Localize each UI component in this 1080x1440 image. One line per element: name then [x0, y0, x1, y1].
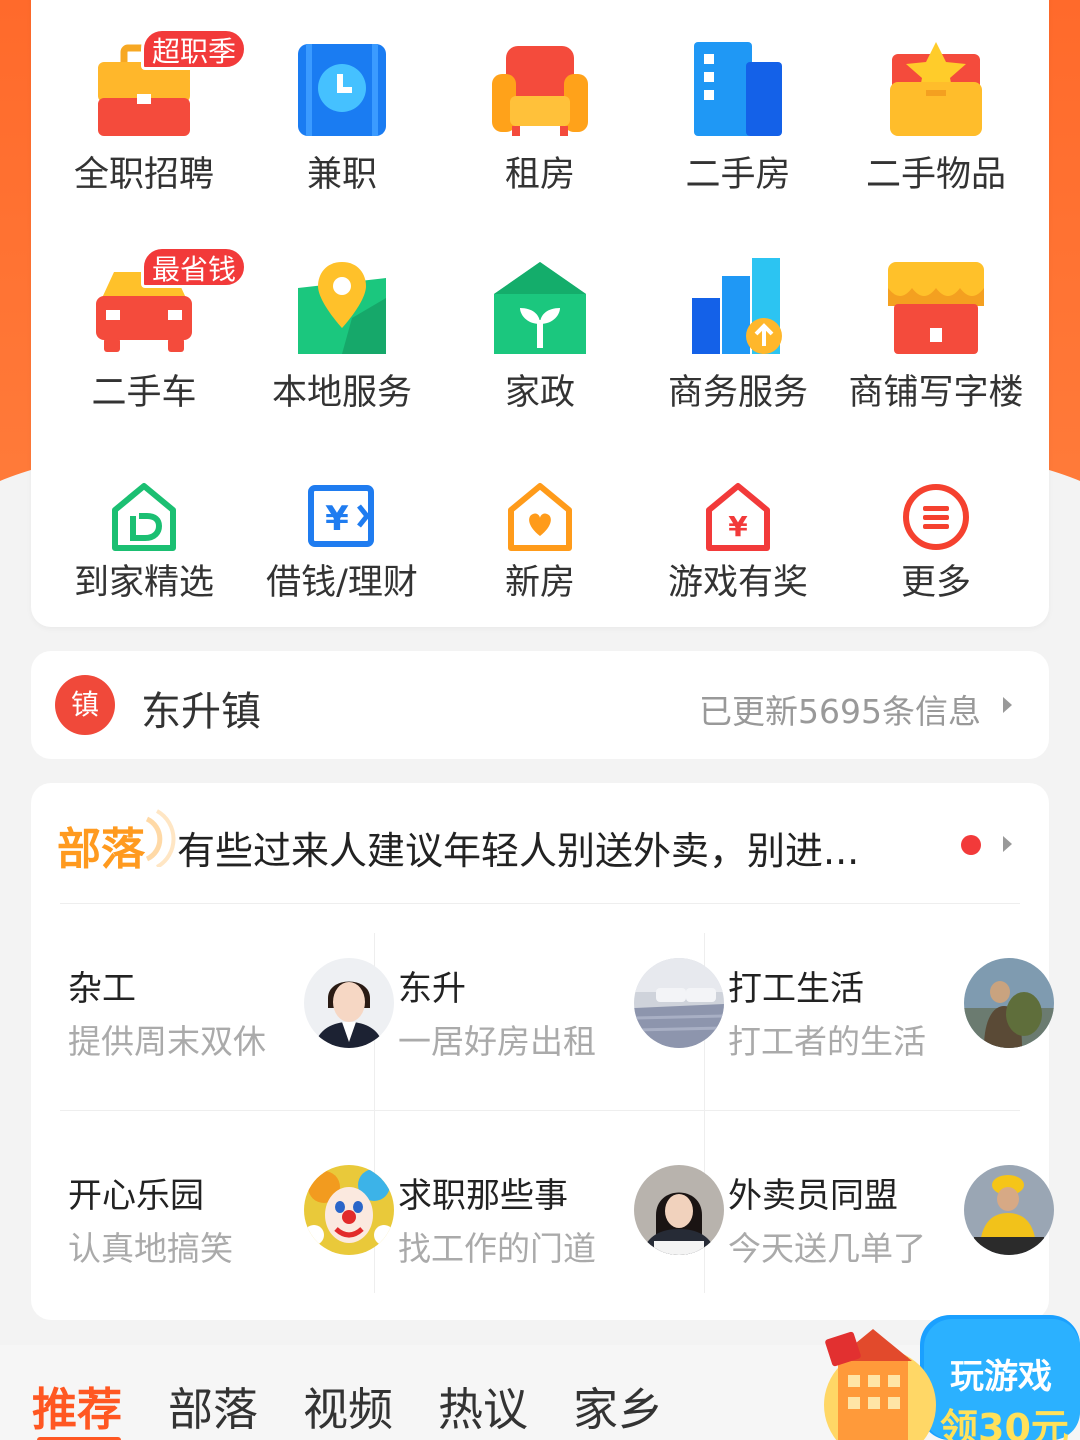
- tab-recommend[interactable]: 推荐: [32, 1373, 122, 1438]
- chevron-right-icon[interactable]: [1003, 836, 1012, 852]
- home-d-icon: [112, 483, 176, 551]
- yuan-card-icon: ¥: [308, 485, 374, 547]
- tribe-cell[interactable]: 杂工 提供周末双休: [60, 933, 394, 1113]
- bar-chart-icon: [692, 258, 782, 354]
- tribe-cell[interactable]: 开心乐园 认真地搞笑: [60, 1140, 394, 1320]
- avatar: [964, 1165, 1054, 1255]
- cell-subtitle: 打工者的生活: [728, 1022, 926, 1061]
- grid-item-second-hand-house[interactable]: 二手房: [638, 40, 838, 210]
- grid-label: 游戏有奖: [667, 563, 808, 603]
- grid-item-rent[interactable]: 租房: [440, 40, 640, 210]
- cell-title: 求职那些事: [398, 1176, 568, 1216]
- divider: [60, 903, 1020, 904]
- house-heart-icon: [508, 483, 572, 551]
- tribe-cell[interactable]: 打工生活 打工者的生活: [720, 933, 1054, 1113]
- grid-item-more[interactable]: 更多: [836, 482, 1036, 603]
- grid-item-business-service[interactable]: 商务服务: [638, 258, 838, 428]
- cell-title: 打工生活: [728, 969, 864, 1009]
- avatar: [634, 1165, 724, 1255]
- service-grid: 全职招聘 超职季 兼职 租房 二手房 二手物品 二手车 最省钱 本地服务 家政 …: [31, 0, 1049, 627]
- grid-label: 二手车: [91, 373, 197, 413]
- cell-subtitle: 找工作的门道: [398, 1229, 596, 1268]
- game-promo-widget[interactable]: 玩游戏 领30元: [820, 1305, 1080, 1440]
- grid-label: 新房: [504, 563, 575, 603]
- grid-item-local-service[interactable]: 本地服务: [242, 258, 442, 428]
- grid-item-shop-office[interactable]: 商铺写字楼: [836, 258, 1036, 428]
- grid-label: 更多: [900, 563, 971, 603]
- cell-title: 开心乐园: [68, 1176, 204, 1216]
- town-name: 东升镇: [141, 689, 261, 735]
- tab-tribe[interactable]: 部落: [168, 1373, 258, 1438]
- town-badge: 镇: [55, 675, 115, 735]
- badge-save-money: 最省钱: [141, 246, 248, 288]
- grid-label: 借钱/理财: [266, 563, 418, 603]
- grid-label: 家政: [504, 373, 575, 413]
- tribe-cell[interactable]: 东升 一居好房出租: [390, 933, 724, 1113]
- tribe-cell[interactable]: 外卖员同盟 今天送几单了: [720, 1140, 1054, 1320]
- grid-item-loan-finance[interactable]: ¥ 借钱/理财: [242, 482, 442, 603]
- house-yuan-icon: ¥: [706, 483, 770, 551]
- grid-item-new-house[interactable]: 新房: [440, 482, 640, 603]
- promo-line-1: 玩游戏: [950, 1357, 1052, 1397]
- house-sprout-icon: [494, 262, 586, 354]
- svg-text:¥: ¥: [728, 510, 748, 543]
- building-icon: [694, 42, 782, 136]
- armchair-icon: [492, 46, 588, 136]
- grid-label: 全职招聘: [73, 155, 214, 195]
- grid-item-home-select[interactable]: 到家精选: [44, 482, 244, 603]
- avatar: [634, 958, 724, 1048]
- tribe-logo[interactable]: 部落: [57, 809, 176, 875]
- more-menu-icon: [903, 484, 969, 550]
- clock-phone-icon: [298, 44, 386, 136]
- cell-title: 杂工: [68, 969, 136, 1009]
- grid-label: 商务服务: [667, 373, 808, 413]
- tribe-headline[interactable]: 有些过来人建议年轻人别送外卖，别进...: [177, 820, 922, 875]
- unread-dot: [961, 835, 981, 855]
- grid-label: 二手房: [685, 155, 791, 195]
- map-pin-icon: [298, 262, 386, 354]
- grid-item-game-reward[interactable]: ¥ 游戏有奖: [638, 482, 838, 603]
- grid-item-parttime[interactable]: 兼职: [242, 40, 442, 210]
- cell-subtitle: 认真地搞笑: [68, 1229, 233, 1268]
- cell-subtitle: 今天送几单了: [728, 1229, 926, 1268]
- cell-subtitle: 一居好房出租: [398, 1022, 596, 1061]
- avatar: [304, 1165, 394, 1255]
- grid-label: 本地服务: [271, 373, 412, 413]
- cell-title: 外卖员同盟: [728, 1176, 898, 1216]
- grid-item-second-hand-goods[interactable]: 二手物品: [836, 40, 1036, 210]
- grid-item-housekeeping[interactable]: 家政: [440, 258, 640, 428]
- tribe-section: 部落 有些过来人建议年轻人别送外卖，别进... 杂工 提供周末双休 东升 一居好…: [31, 783, 1054, 1320]
- storefront-icon: [888, 262, 984, 354]
- cell-title: 东升: [398, 969, 466, 1009]
- town-update-count: 已更新5695条信息: [699, 692, 981, 731]
- gift-box-icon: [890, 42, 982, 136]
- tab-hometown[interactable]: 家乡: [573, 1373, 663, 1438]
- badge-super-season: 超职季: [141, 28, 248, 70]
- tribe-cell[interactable]: 求职那些事 找工作的门道: [390, 1140, 724, 1320]
- tab-hot-topics[interactable]: 热议: [438, 1373, 528, 1438]
- grid-label: 租房: [504, 155, 575, 195]
- promo-line-2: 领30元: [940, 1406, 1069, 1440]
- grid-label: 商铺写字楼: [848, 373, 1024, 413]
- grid-label: 二手物品: [865, 155, 1006, 195]
- avatar: [964, 958, 1054, 1048]
- cell-subtitle: 提供周末双休: [68, 1022, 266, 1061]
- town-bar[interactable]: 镇 东升镇 已更新5695条信息: [31, 651, 1049, 759]
- tab-video[interactable]: 视频: [303, 1373, 393, 1438]
- avatar: [304, 958, 394, 1048]
- grid-label: 到家精选: [73, 563, 214, 603]
- svg-text:¥: ¥: [325, 499, 349, 539]
- chevron-right-icon: [1003, 697, 1012, 713]
- grid-label: 兼职: [306, 155, 377, 195]
